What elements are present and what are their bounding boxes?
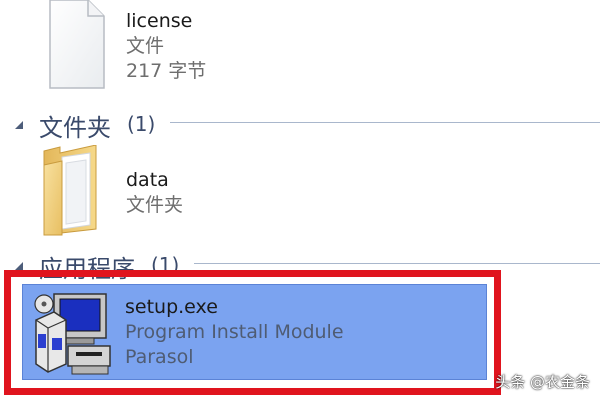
folder-item-text: data 文件夹 (126, 171, 183, 215)
group-header-folders[interactable]: 文件夹 (1) (0, 106, 600, 142)
file-explorer-view: license 文件 217 字节 文件夹 (1) data 文件夹 应用程序 … (0, 0, 600, 400)
group-count: (1) (127, 112, 156, 136)
file-name: license (126, 10, 193, 32)
collapse-triangle-icon[interactable] (13, 116, 25, 129)
document-icon (48, 0, 106, 94)
group-label: 文件夹 (39, 114, 111, 142)
collapse-triangle-icon[interactable] (13, 257, 25, 270)
folder-name: data (126, 169, 169, 191)
file-item-text: license 文件 217 字节 (126, 12, 206, 81)
folder-icon (40, 144, 102, 241)
red-highlight-frame (4, 270, 501, 395)
folder-type: 文件夹 (126, 194, 184, 216)
watermark-text: 头条 @农金条 (495, 373, 590, 391)
file-item-license[interactable]: license 文件 217 字节 (30, 0, 330, 100)
file-size: 217 字节 (126, 60, 207, 82)
file-type: 文件 (126, 35, 165, 57)
group-divider (194, 263, 600, 264)
folder-item-data[interactable]: data 文件夹 (30, 144, 330, 241)
group-divider (170, 122, 600, 123)
